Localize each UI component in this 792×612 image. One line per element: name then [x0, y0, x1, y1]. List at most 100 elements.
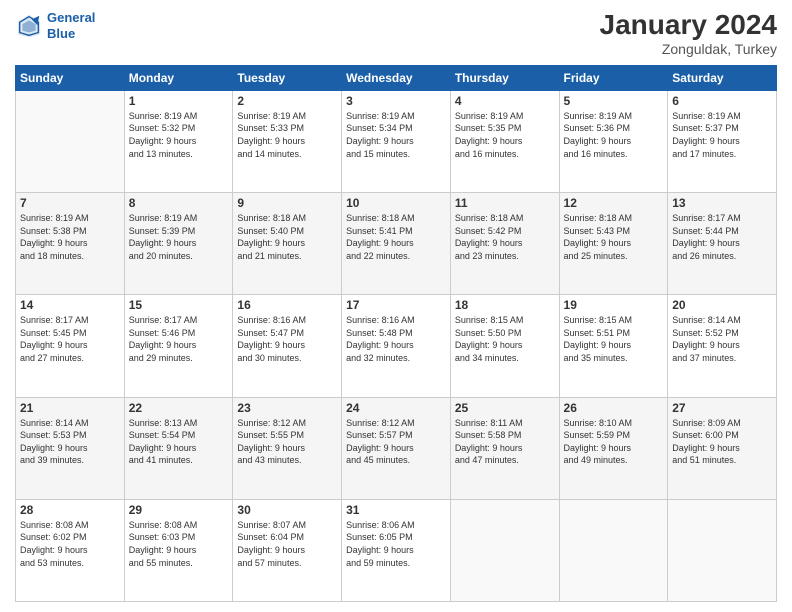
day-info: Sunrise: 8:18 AMSunset: 5:41 PMDaylight:…	[346, 212, 446, 262]
table-row: 4 Sunrise: 8:19 AMSunset: 5:35 PMDaylight…	[450, 90, 559, 192]
day-number: 8	[129, 196, 229, 210]
day-number: 12	[564, 196, 664, 210]
day-number: 29	[129, 503, 229, 517]
calendar-week-row: 21Sunrise: 8:14 AMSunset: 5:53 PMDayligh…	[16, 397, 777, 499]
day-number: 26	[564, 401, 664, 415]
table-row: 22Sunrise: 8:13 AMSunset: 5:54 PMDayligh…	[124, 397, 233, 499]
day-number: 1	[129, 94, 229, 108]
day-number: 13	[672, 196, 772, 210]
col-thursday: Thursday	[450, 65, 559, 90]
day-number: 30	[237, 503, 337, 517]
day-number: 20	[672, 298, 772, 312]
day-number: 11	[455, 196, 555, 210]
day-info: Sunrise: 8:19 AMSunset: 5:36 PMDaylight:…	[564, 110, 664, 160]
day-number: 25	[455, 401, 555, 415]
day-info: Sunrise: 8:06 AMSunset: 6:05 PMDaylight:…	[346, 519, 446, 569]
day-number: 14	[20, 298, 120, 312]
table-row: 17 Sunrise: 8:16 AMSunset: 5:48 PMDayligh…	[342, 295, 451, 397]
day-info: Sunrise: 8:12 AMSunset: 5:57 PMDaylight:…	[346, 417, 446, 467]
table-row: 25 Sunrise: 8:11 AMSunset: 5:58 PMDayligh…	[450, 397, 559, 499]
day-number: 15	[129, 298, 229, 312]
table-row: 2Sunrise: 8:19 AMSunset: 5:33 PMDaylight…	[233, 90, 342, 192]
calendar-body: 1 Sunrise: 8:19 AMSunset: 5:32 PMDaylight…	[16, 90, 777, 601]
day-info: Sunrise: 8:16 AMSunset: 5:48 PMDaylight:…	[346, 314, 446, 364]
day-number: 7	[20, 196, 120, 210]
day-info: Sunrise: 8:07 AMSunset: 6:04 PMDaylight:…	[237, 519, 337, 569]
table-row: 5Sunrise: 8:19 AMSunset: 5:36 PMDaylight…	[559, 90, 668, 192]
title-block: January 2024 Zonguldak, Turkey	[600, 10, 777, 57]
col-friday: Friday	[559, 65, 668, 90]
table-row: 14Sunrise: 8:17 AMSunset: 5:45 PMDayligh…	[16, 295, 125, 397]
logo: General Blue	[15, 10, 95, 41]
table-row: 10 Sunrise: 8:18 AMSunset: 5:41 PMDayligh…	[342, 193, 451, 295]
day-info: Sunrise: 8:19 AMSunset: 5:38 PMDaylight:…	[20, 212, 120, 262]
table-row: 3Sunrise: 8:19 AMSunset: 5:34 PMDaylight…	[342, 90, 451, 192]
day-info: Sunrise: 8:10 AMSunset: 5:59 PMDaylight:…	[564, 417, 664, 467]
table-row: 19 Sunrise: 8:15 AMSunset: 5:51 PMDayligh…	[559, 295, 668, 397]
table-row: 27 Sunrise: 8:09 AMSunset: 6:00 PMDayligh…	[668, 397, 777, 499]
day-number: 24	[346, 401, 446, 415]
day-info: Sunrise: 8:13 AMSunset: 5:54 PMDaylight:…	[129, 417, 229, 467]
calendar-table: Sunday Monday Tuesday Wednesday Thursday…	[15, 65, 777, 602]
table-row: 18 Sunrise: 8:15 AMSunset: 5:50 PMDayligh…	[450, 295, 559, 397]
table-row: 6Sunrise: 8:19 AMSunset: 5:37 PMDaylight…	[668, 90, 777, 192]
table-row: 21Sunrise: 8:14 AMSunset: 5:53 PMDayligh…	[16, 397, 125, 499]
day-number: 4	[455, 94, 555, 108]
day-info: Sunrise: 8:11 AMSunset: 5:58 PMDaylight:…	[455, 417, 555, 467]
day-number: 31	[346, 503, 446, 517]
day-info: Sunrise: 8:12 AMSunset: 5:55 PMDaylight:…	[237, 417, 337, 467]
table-row: 12 Sunrise: 8:18 AMSunset: 5:43 PMDayligh…	[559, 193, 668, 295]
logo-line1: General	[47, 10, 95, 25]
col-saturday: Saturday	[668, 65, 777, 90]
day-info: Sunrise: 8:09 AMSunset: 6:00 PMDaylight:…	[672, 417, 772, 467]
calendar-week-row: 1 Sunrise: 8:19 AMSunset: 5:32 PMDaylight…	[16, 90, 777, 192]
day-number: 27	[672, 401, 772, 415]
header-row: Sunday Monday Tuesday Wednesday Thursday…	[16, 65, 777, 90]
day-info: Sunrise: 8:19 AMSunset: 5:39 PMDaylight:…	[129, 212, 229, 262]
day-number: 3	[346, 94, 446, 108]
table-row: 7 Sunrise: 8:19 AMSunset: 5:38 PMDaylight…	[16, 193, 125, 295]
table-row: 9 Sunrise: 8:18 AMSunset: 5:40 PMDaylight…	[233, 193, 342, 295]
calendar-week-row: 28 Sunrise: 8:08 AMSunset: 6:02 PMDayligh…	[16, 499, 777, 601]
day-info: Sunrise: 8:15 AMSunset: 5:50 PMDaylight:…	[455, 314, 555, 364]
table-row	[16, 90, 125, 192]
table-row: 8 Sunrise: 8:19 AMSunset: 5:39 PMDaylight…	[124, 193, 233, 295]
day-info: Sunrise: 8:16 AMSunset: 5:47 PMDaylight:…	[237, 314, 337, 364]
day-number: 28	[20, 503, 120, 517]
day-number: 10	[346, 196, 446, 210]
table-row: 23 Sunrise: 8:12 AMSunset: 5:55 PMDayligh…	[233, 397, 342, 499]
day-number: 9	[237, 196, 337, 210]
table-row: 15 Sunrise: 8:17 AMSunset: 5:46 PMDayligh…	[124, 295, 233, 397]
day-info: Sunrise: 8:17 AMSunset: 5:46 PMDaylight:…	[129, 314, 229, 364]
col-monday: Monday	[124, 65, 233, 90]
day-info: Sunrise: 8:19 AMSunset: 5:37 PMDaylight:…	[672, 110, 772, 160]
table-row	[668, 499, 777, 601]
day-number: 2	[237, 94, 337, 108]
day-info: Sunrise: 8:19 AMSunset: 5:35 PMDaylight:…	[455, 110, 555, 160]
table-row: 26 Sunrise: 8:10 AMSunset: 5:59 PMDayligh…	[559, 397, 668, 499]
day-info: Sunrise: 8:18 AMSunset: 5:42 PMDaylight:…	[455, 212, 555, 262]
day-info: Sunrise: 8:19 AMSunset: 5:32 PMDaylight:…	[129, 110, 229, 160]
logo-text: General Blue	[47, 10, 95, 41]
day-info: Sunrise: 8:08 AMSunset: 6:02 PMDaylight:…	[20, 519, 120, 569]
day-number: 18	[455, 298, 555, 312]
day-info: Sunrise: 8:18 AMSunset: 5:40 PMDaylight:…	[237, 212, 337, 262]
logo-line2: Blue	[47, 26, 95, 42]
table-row: 1 Sunrise: 8:19 AMSunset: 5:32 PMDaylight…	[124, 90, 233, 192]
logo-icon	[15, 12, 43, 40]
day-number: 19	[564, 298, 664, 312]
day-number: 23	[237, 401, 337, 415]
calendar-week-row: 14Sunrise: 8:17 AMSunset: 5:45 PMDayligh…	[16, 295, 777, 397]
col-sunday: Sunday	[16, 65, 125, 90]
table-row: 20Sunrise: 8:14 AMSunset: 5:52 PMDayligh…	[668, 295, 777, 397]
table-row: 13Sunrise: 8:17 AMSunset: 5:44 PMDayligh…	[668, 193, 777, 295]
location-subtitle: Zonguldak, Turkey	[600, 41, 777, 57]
day-info: Sunrise: 8:08 AMSunset: 6:03 PMDaylight:…	[129, 519, 229, 569]
table-row	[559, 499, 668, 601]
table-row: 29 Sunrise: 8:08 AMSunset: 6:03 PMDayligh…	[124, 499, 233, 601]
day-number: 17	[346, 298, 446, 312]
day-info: Sunrise: 8:18 AMSunset: 5:43 PMDaylight:…	[564, 212, 664, 262]
day-info: Sunrise: 8:15 AMSunset: 5:51 PMDaylight:…	[564, 314, 664, 364]
calendar-week-row: 7 Sunrise: 8:19 AMSunset: 5:38 PMDaylight…	[16, 193, 777, 295]
table-row: 31 Sunrise: 8:06 AMSunset: 6:05 PMDayligh…	[342, 499, 451, 601]
